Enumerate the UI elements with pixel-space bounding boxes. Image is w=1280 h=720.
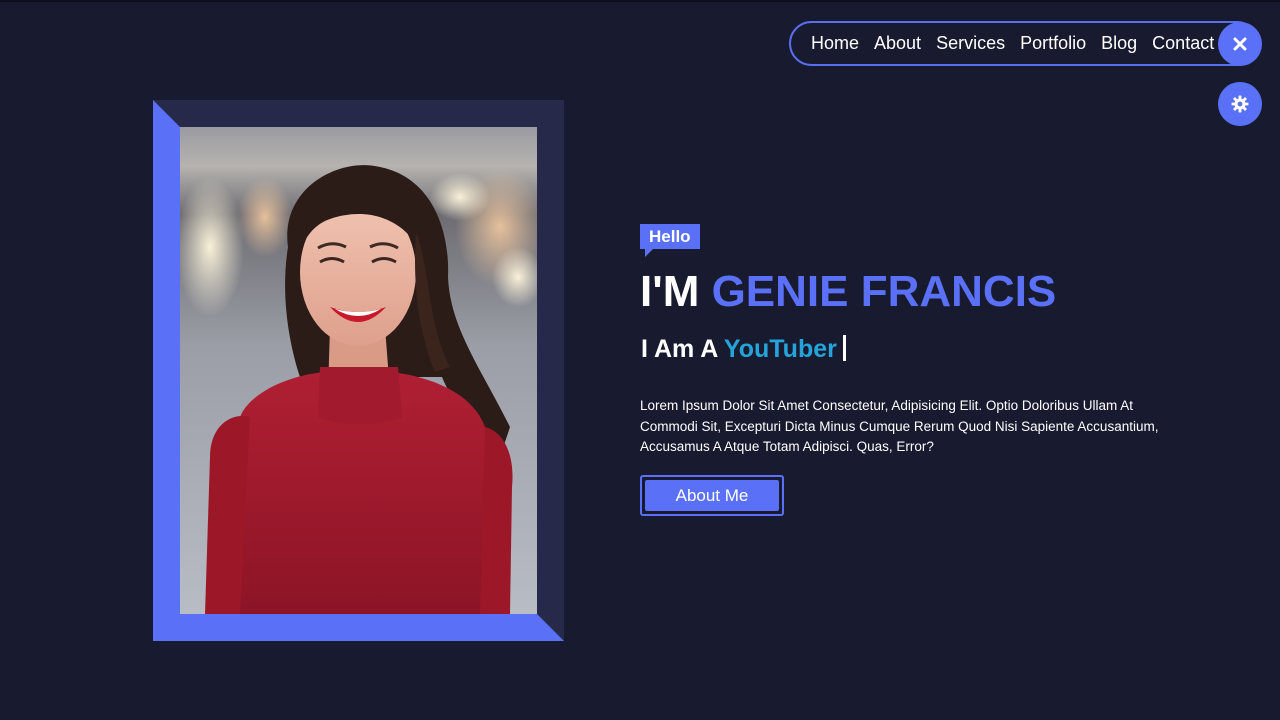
nav-blog[interactable]: Blog bbox=[1101, 33, 1137, 54]
top-nav: Home About Services Portfolio Blog Conta… bbox=[789, 21, 1259, 66]
hero-headline: I'M GENIE FRANCIS bbox=[640, 267, 1056, 317]
about-button-outline: About Me bbox=[640, 475, 784, 516]
nav-contact[interactable]: Contact bbox=[1152, 33, 1214, 54]
role-typed-text: YouTuber bbox=[723, 335, 837, 363]
nav-services[interactable]: Services bbox=[936, 33, 1005, 54]
profile-photo bbox=[180, 127, 537, 614]
close-icon bbox=[1233, 37, 1247, 51]
hero-intro: I'M bbox=[640, 267, 700, 316]
typing-cursor bbox=[842, 335, 846, 361]
about-me-button[interactable]: About Me bbox=[645, 480, 779, 511]
nav-about[interactable]: About bbox=[874, 33, 921, 54]
nav-home[interactable]: Home bbox=[811, 33, 859, 54]
hero-name: GENIE FRANCIS bbox=[711, 267, 1057, 316]
gear-icon bbox=[1231, 95, 1249, 113]
theme-toggle-button[interactable] bbox=[1218, 82, 1262, 126]
hello-badge: Hello bbox=[640, 224, 700, 249]
hero-role: I Am A YouTuber bbox=[641, 335, 846, 364]
hero-description: Lorem Ipsum Dolor Sit Amet Consectetur, … bbox=[640, 398, 1159, 454]
nav-portfolio[interactable]: Portfolio bbox=[1020, 33, 1086, 54]
menu-close-button[interactable] bbox=[1218, 22, 1262, 66]
role-prefix: I Am A bbox=[641, 335, 718, 363]
hello-badge-tail bbox=[645, 248, 654, 257]
page: Home About Services Portfolio Blog Conta… bbox=[0, 0, 1280, 720]
